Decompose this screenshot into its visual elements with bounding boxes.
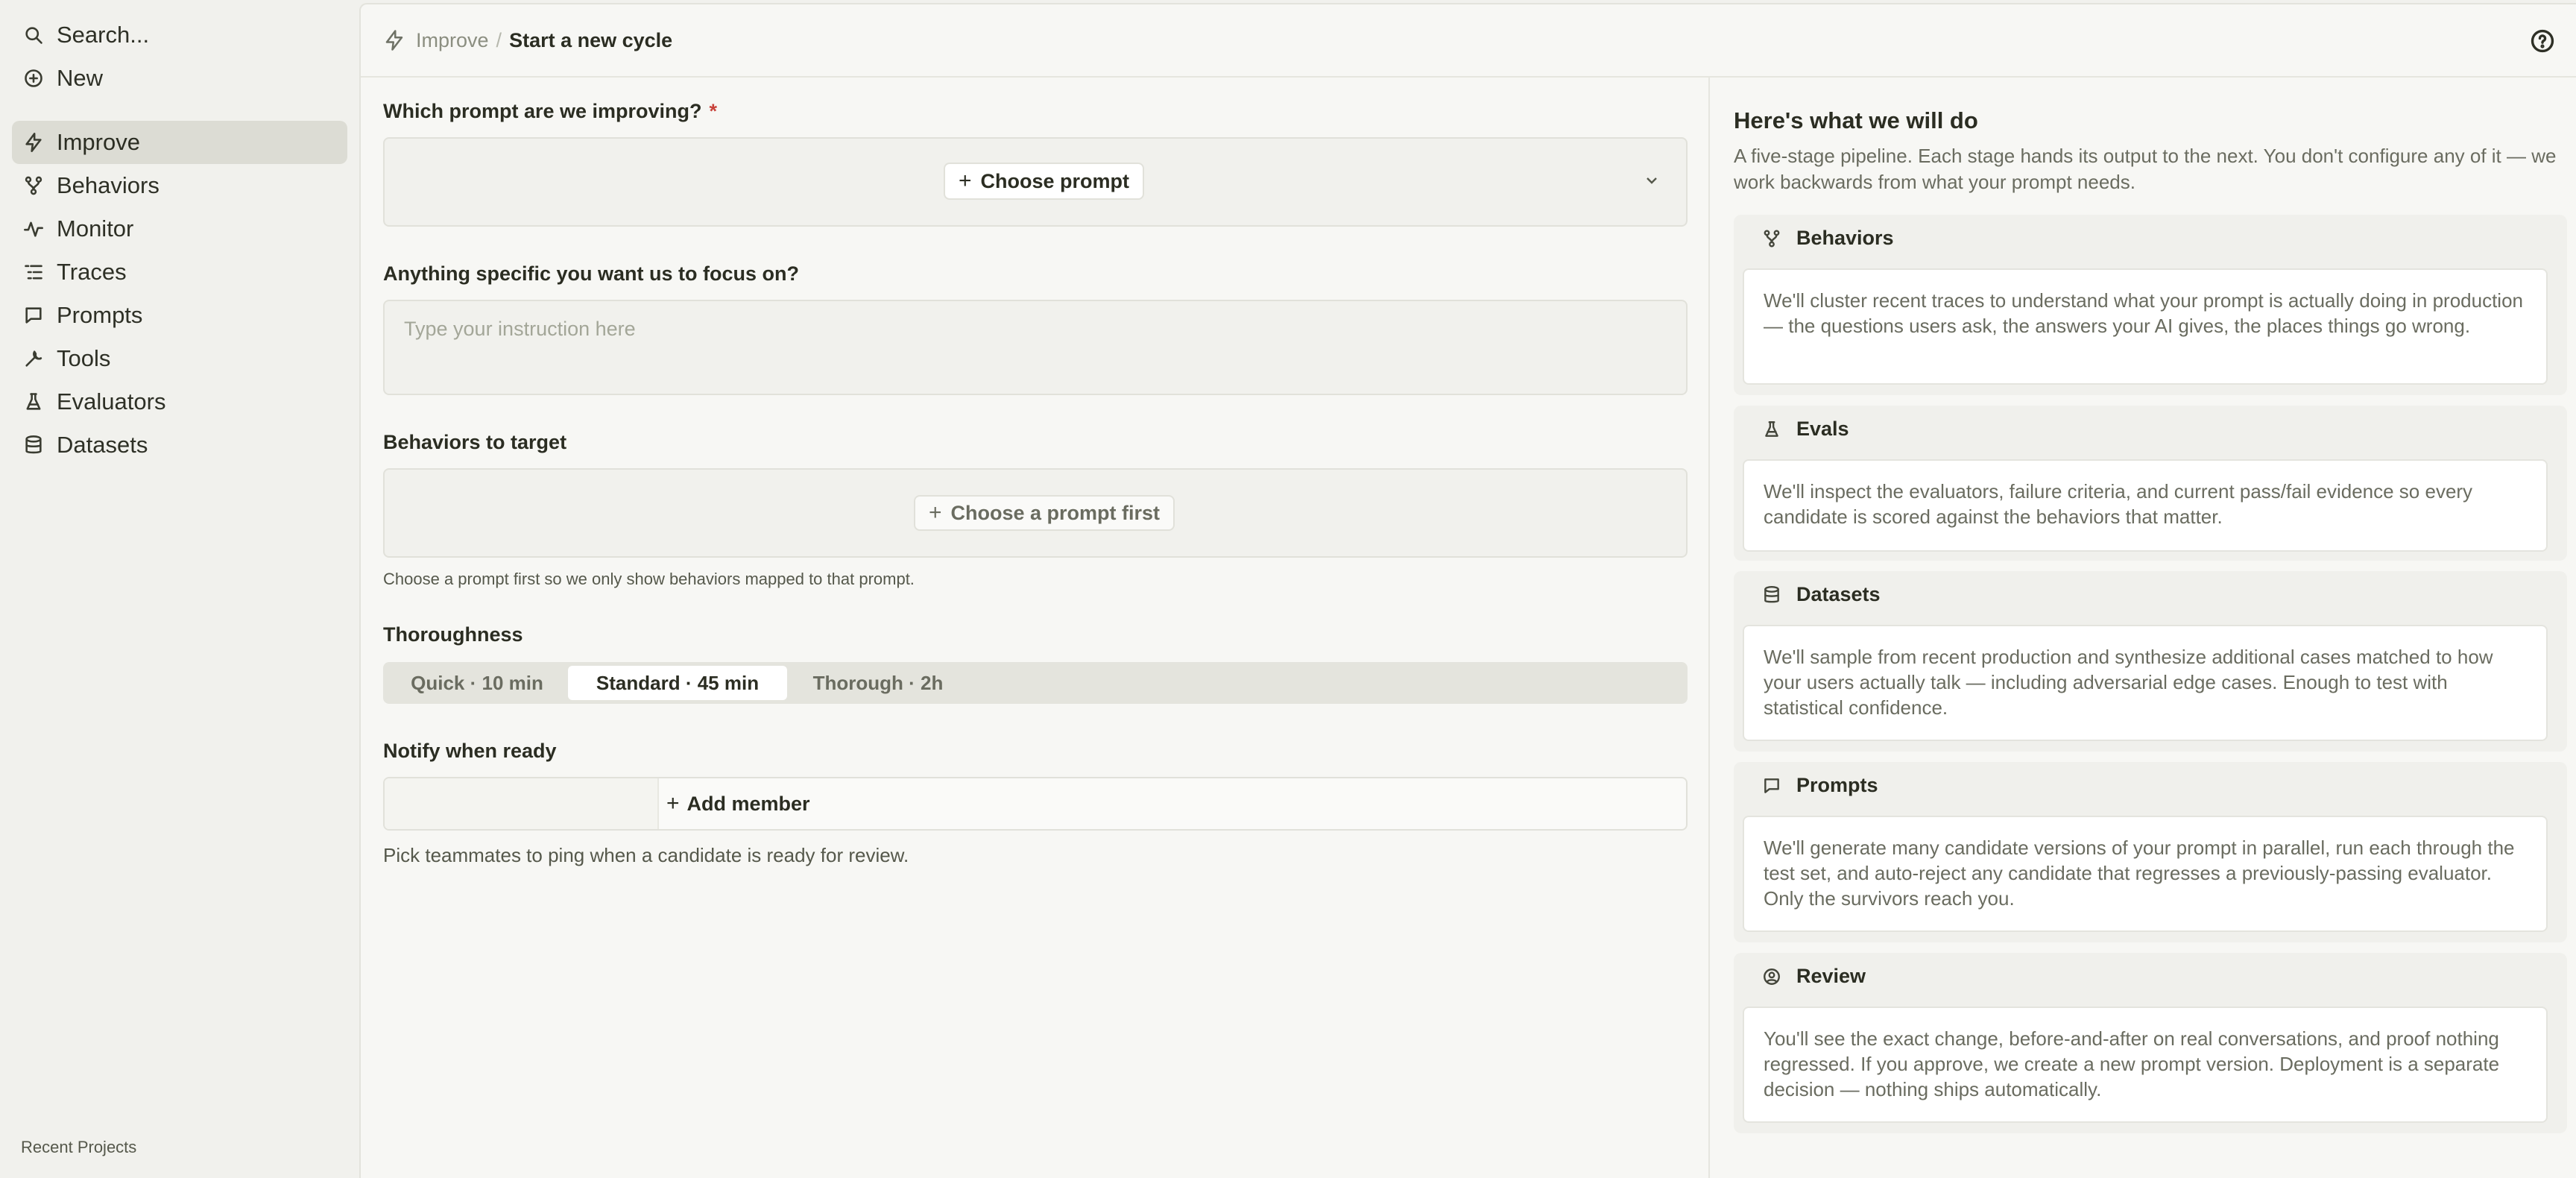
list-icon bbox=[22, 261, 45, 283]
notify-label: Notify when ready bbox=[383, 740, 557, 762]
branch-icon bbox=[22, 174, 45, 197]
member-list bbox=[385, 778, 659, 829]
plus-icon: + bbox=[959, 168, 972, 193]
stage-card: Review You'll see the exact change, befo… bbox=[1734, 953, 2567, 1133]
prompt-label: Which prompt are we improving? * bbox=[383, 100, 717, 123]
wrench-icon bbox=[22, 347, 45, 370]
stage-card: Evals We'll inspect the evaluators, fail… bbox=[1734, 406, 2567, 561]
stage-description: You'll see the exact change, before-and-… bbox=[1743, 1007, 2548, 1123]
recent-projects-label[interactable]: Recent Projects bbox=[21, 1138, 136, 1157]
stage-card: Datasets We'll sample from recent produc… bbox=[1734, 571, 2567, 752]
database-icon bbox=[22, 434, 45, 456]
sidebar-item-traces[interactable]: Traces bbox=[12, 251, 347, 294]
activity-icon bbox=[22, 218, 45, 240]
help-icon bbox=[2531, 29, 2554, 53]
search-icon bbox=[22, 24, 45, 46]
prompt-label-text: Which prompt are we improving? bbox=[383, 100, 702, 122]
branch-icon bbox=[1764, 230, 1780, 247]
choose-prompt-label: Choose prompt bbox=[980, 169, 1130, 192]
sidebar: Search... New Improve Behaviors Monitor … bbox=[0, 0, 359, 1178]
plan-title: Here's what we will do bbox=[1734, 107, 1978, 133]
notify-members-field[interactable]: + Add member bbox=[383, 777, 1688, 831]
breadcrumb-separator: / bbox=[496, 28, 502, 51]
sidebar-item-evaluators[interactable]: Evaluators bbox=[12, 380, 347, 423]
stage-card: Behaviors We'll cluster recent traces to… bbox=[1734, 215, 2567, 395]
thoroughness-quick[interactable]: Quick · 10 min bbox=[386, 666, 568, 700]
prompt-select[interactable]: + Choose prompt bbox=[383, 137, 1688, 227]
thoroughness-label: Thoroughness bbox=[383, 623, 523, 646]
plan-panel: Here's what we will do A five-stage pipe… bbox=[1708, 78, 2576, 1178]
flask-icon bbox=[1765, 421, 1778, 437]
search-label: Search... bbox=[57, 22, 150, 48]
new-label: New bbox=[57, 65, 104, 91]
plan-description: A five-stage pipeline. Each stage hands … bbox=[1734, 145, 2557, 193]
sidebar-item-label: Evaluators bbox=[57, 388, 166, 415]
topbar: Improve / Start a new cycle bbox=[361, 4, 2576, 78]
sidebar-item-tools[interactable]: Tools bbox=[12, 337, 347, 380]
user-circle-icon bbox=[1764, 968, 1780, 985]
sidebar-item-label: Prompts bbox=[57, 302, 143, 328]
chevron-down-icon[interactable] bbox=[1643, 171, 1661, 189]
add-member-label: Add member bbox=[686, 792, 810, 815]
notify-hint: Pick teammates to ping when a candidate … bbox=[383, 844, 909, 866]
thoroughness-thorough[interactable]: Thorough · 2h bbox=[787, 666, 969, 700]
sidebar-item-behaviors[interactable]: Behaviors bbox=[12, 164, 347, 207]
choose-prompt-first-label: Choose a prompt first bbox=[950, 501, 1161, 524]
search-button[interactable]: Search... bbox=[12, 13, 347, 57]
sidebar-item-label: Traces bbox=[57, 259, 127, 285]
help-button[interactable] bbox=[2530, 28, 2555, 54]
choose-prompt-button[interactable]: + Choose prompt bbox=[944, 163, 1145, 200]
stage-header: Datasets bbox=[1762, 583, 1881, 606]
message-icon bbox=[22, 304, 45, 327]
add-member-button[interactable]: + Add member bbox=[666, 787, 810, 820]
focus-placeholder: Type your instruction here bbox=[404, 318, 636, 340]
message-icon bbox=[1764, 778, 1779, 793]
sidebar-nav: Improve Behaviors Monitor Traces Prompts… bbox=[12, 121, 347, 467]
stage-description: We'll cluster recent traces to understan… bbox=[1743, 268, 2548, 385]
flask-icon bbox=[22, 391, 45, 413]
behaviors-hint: Choose a prompt first so we only show be… bbox=[383, 570, 915, 588]
stage-name: Datasets bbox=[1796, 583, 1881, 605]
stage-header: Prompts bbox=[1762, 774, 1878, 797]
sidebar-item-prompts[interactable]: Prompts bbox=[12, 294, 347, 337]
stage-header: Review bbox=[1762, 965, 1866, 988]
stage-name: Evals bbox=[1796, 418, 1849, 440]
thoroughness-standard[interactable]: Standard · 45 min bbox=[568, 666, 787, 700]
stage-name: Behaviors bbox=[1796, 227, 1894, 249]
breadcrumb-parent[interactable]: Improve bbox=[416, 29, 489, 52]
stage-description: We'll generate many candidate versions o… bbox=[1743, 816, 2548, 932]
sidebar-item-datasets[interactable]: Datasets bbox=[12, 423, 347, 467]
stage-description: We'll inspect the evaluators, failure cr… bbox=[1743, 459, 2548, 552]
stage-description: We'll sample from recent production and … bbox=[1743, 625, 2548, 741]
sidebar-item-label: Improve bbox=[57, 129, 140, 155]
sidebar-item-label: Tools bbox=[57, 345, 111, 371]
thoroughness-segmented-control: Quick · 10 min Standard · 45 min Thoroug… bbox=[383, 662, 1688, 704]
bolt-icon bbox=[22, 131, 45, 154]
sidebar-item-label: Datasets bbox=[57, 432, 148, 458]
main-panel: Improve / Start a new cycle Which prompt… bbox=[359, 3, 2576, 1178]
plus-icon: + bbox=[929, 500, 942, 525]
plus-circle-icon bbox=[22, 67, 45, 89]
focus-label: Anything specific you want us to focus o… bbox=[383, 262, 800, 285]
page-title: Start a new cycle bbox=[509, 28, 673, 51]
new-button[interactable]: New bbox=[12, 57, 347, 100]
focus-input[interactable]: Type your instruction here bbox=[383, 300, 1688, 395]
stage-name: Review bbox=[1796, 965, 1866, 987]
plus-icon: + bbox=[666, 791, 680, 816]
sidebar-top: Search... New bbox=[12, 13, 347, 100]
sidebar-item-monitor[interactable]: Monitor bbox=[12, 207, 347, 251]
choose-prompt-first-button[interactable]: + Choose a prompt first bbox=[914, 495, 1175, 531]
stage-header: Behaviors bbox=[1762, 227, 1894, 250]
behaviors-select: + Choose a prompt first bbox=[383, 468, 1688, 558]
bolt-icon bbox=[385, 30, 403, 51]
sidebar-item-label: Monitor bbox=[57, 215, 134, 242]
required-mark: * bbox=[709, 100, 718, 122]
stage-name: Prompts bbox=[1796, 774, 1878, 796]
sidebar-item-improve[interactable]: Improve bbox=[12, 121, 347, 164]
sidebar-item-label: Behaviors bbox=[57, 172, 160, 198]
behaviors-label: Behaviors to target bbox=[383, 431, 567, 453]
database-icon bbox=[1764, 585, 1779, 602]
stage-header: Evals bbox=[1762, 418, 1849, 441]
stage-card: Prompts We'll generate many candidate ve… bbox=[1734, 762, 2567, 942]
